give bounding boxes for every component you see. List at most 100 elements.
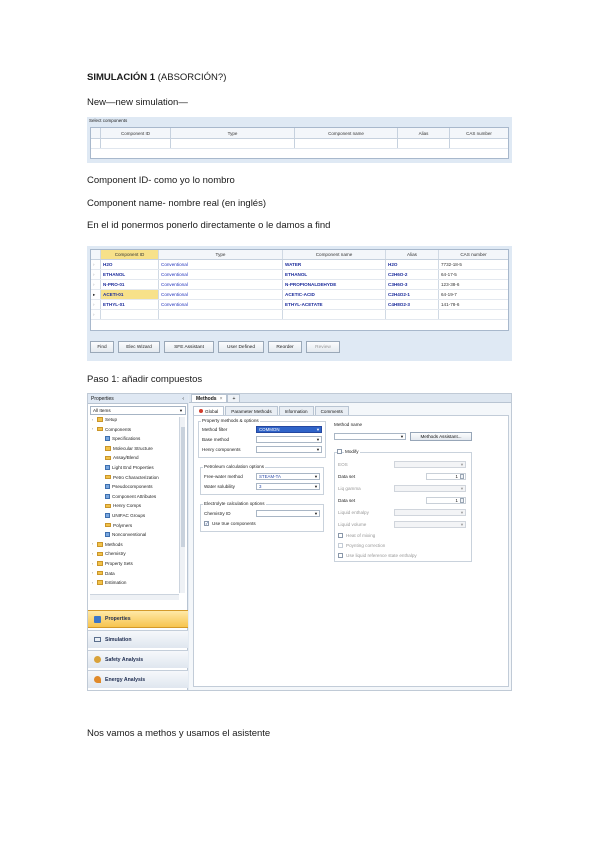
true-components-checkbox[interactable]: ✓ [204, 521, 209, 526]
liquid-volume-select[interactable]: ▼ [394, 521, 466, 528]
column-header[interactable]: Alias [386, 250, 439, 259]
component-id-cell[interactable]: ACETI-01 [101, 290, 159, 299]
table-row-empty[interactable]: › [91, 310, 508, 320]
component-id-cell[interactable]: H2O [101, 260, 159, 269]
method-name-select[interactable]: ▼ [334, 433, 406, 440]
column-header[interactable]: Alias [398, 128, 450, 138]
row-selector[interactable]: › [91, 310, 101, 319]
tree-item[interactable]: Pseudocomponents [100, 484, 153, 490]
table-row[interactable]: › H2O Conventional WATER H2O 7732-18-5 [91, 260, 508, 270]
data-set-stepper[interactable]: 1 [426, 473, 466, 480]
base-method-select[interactable]: ▼ [256, 436, 322, 443]
row-selector[interactable] [91, 139, 101, 148]
expand-arrow-icon[interactable]: › [92, 562, 95, 566]
expand-arrow-icon[interactable]: › [92, 581, 95, 585]
tree-item[interactable]: › Estimation [92, 580, 126, 585]
column-header[interactable]: Type [171, 128, 295, 138]
methods-assistant-button[interactable]: Methods Assistant... [410, 432, 472, 441]
component-name-cell[interactable]: N-PROPIONALDEHYDE [283, 280, 386, 289]
row-selector[interactable]: › [91, 260, 101, 269]
cas-cell[interactable]: 64-17-5 [439, 270, 508, 279]
liquid-reference-checkbox[interactable] [338, 553, 343, 558]
tab-comments[interactable]: Comments [314, 406, 349, 415]
methods-document-tab[interactable]: Methods × [191, 394, 228, 402]
tree-item[interactable]: UNIFAC Groups [100, 513, 145, 518]
cas-cell[interactable]: 141-78-6 [439, 300, 508, 309]
cas-cell[interactable]: 7732-18-5 [439, 260, 508, 269]
sfe-assistant-button[interactable]: SFE Assistant [164, 341, 214, 353]
component-id-cell[interactable]: ETHANOL [101, 270, 159, 279]
type-cell[interactable]: Conventional [159, 270, 283, 279]
tree-item[interactable]: Component Attributes [100, 493, 156, 499]
tree-item[interactable]: Molecular Structure [100, 446, 153, 451]
liquid-enthalpy-select[interactable]: ▼ [394, 509, 466, 516]
tree-item[interactable]: › Property Sets [92, 561, 133, 566]
row-selector[interactable]: › [91, 280, 101, 289]
table-cell[interactable] [101, 310, 159, 319]
water-solubility-select[interactable]: 3 ▼ [256, 483, 320, 490]
tree-item[interactable]: › Methods [92, 542, 123, 547]
heat-of-mixing-checkbox[interactable] [338, 533, 343, 538]
tree-item[interactable]: Polymers [100, 523, 132, 528]
tree-item[interactable]: Petro Characterization [100, 475, 159, 480]
column-header[interactable]: CAS number [439, 250, 508, 259]
tree-item[interactable]: › Data [92, 571, 115, 576]
alias-cell[interactable]: C2H6O-2 [386, 270, 439, 279]
table-cell[interactable] [171, 139, 295, 148]
tree-item[interactable]: Nonconventional [100, 532, 146, 538]
elec-wizard-button[interactable]: Elec Wizard [118, 341, 160, 353]
nav-properties-button[interactable]: Properties [88, 610, 188, 628]
row-selector[interactable]: › [91, 270, 101, 279]
component-name-cell[interactable]: ETHANOL [283, 270, 386, 279]
tree-item[interactable]: Assay/Blend [100, 455, 139, 460]
navigation-filter-select[interactable]: All Items ▼ [90, 406, 186, 415]
nav-simulation-button[interactable]: Simulation [88, 630, 188, 648]
review-button[interactable]: Review [306, 341, 340, 353]
table-row[interactable]: › ETHYL-01 Conventional ETHYL-ACETATE C4… [91, 300, 508, 310]
table-cell[interactable] [295, 139, 398, 148]
column-header[interactable]: Component name [295, 128, 398, 138]
chemistry-id-select[interactable]: ▼ [256, 510, 320, 517]
user-defined-button[interactable]: User Defined [218, 341, 264, 353]
tree-vertical-scrollbar[interactable] [179, 417, 185, 593]
nav-safety-analysis-button[interactable]: Safety Analysis [88, 650, 188, 668]
tab-global[interactable]: Global [193, 406, 225, 415]
cas-cell[interactable]: 123-38-6 [439, 280, 508, 289]
modify-checkbox[interactable] [337, 449, 342, 454]
liquid-gamma-select[interactable]: ▼ [394, 485, 466, 492]
table-cell[interactable] [283, 310, 386, 319]
eos-select[interactable]: ▼ [394, 461, 466, 468]
tree-item[interactable]: › Components [92, 427, 131, 432]
expand-arrow-icon[interactable]: › [92, 571, 95, 575]
table-cell[interactable] [101, 139, 171, 148]
poynting-checkbox[interactable] [338, 543, 343, 548]
type-cell[interactable]: Conventional [159, 290, 283, 299]
row-selector[interactable]: › [91, 300, 101, 309]
component-name-cell[interactable]: ACETIC-ACID [283, 290, 386, 299]
component-id-cell[interactable]: ETHYL-01 [101, 300, 159, 309]
expand-arrow-icon[interactable]: › [92, 542, 95, 546]
table-row[interactable]: › N-PRO-01 Conventional N-PROPIONALDEHYD… [91, 280, 508, 290]
alias-cell[interactable]: H2O [386, 260, 439, 269]
tree-horizontal-scrollbar[interactable] [90, 594, 179, 600]
tree-item[interactable]: Specifications [100, 436, 140, 442]
component-id-cell[interactable]: N-PRO-01 [101, 280, 159, 289]
table-row-selected[interactable]: ▸ ACETI-01 Conventional ACETIC-ACID C2H4… [91, 290, 508, 300]
collapse-icon[interactable]: ‹ [182, 396, 184, 402]
type-cell[interactable]: Conventional [159, 260, 283, 269]
expand-arrow-icon[interactable]: › [92, 427, 95, 431]
alias-cell[interactable]: C3H6O-3 [386, 280, 439, 289]
column-header[interactable]: Component ID [101, 250, 159, 259]
find-button[interactable]: Find [90, 341, 114, 353]
table-cell[interactable] [159, 310, 283, 319]
expand-arrow-icon[interactable]: › [92, 552, 95, 556]
tab-information[interactable]: Information [278, 406, 314, 415]
table-cell[interactable] [439, 310, 508, 319]
free-water-method-select[interactable]: STEAM-TA ▼ [256, 473, 320, 480]
tree-item[interactable]: › Setup [92, 417, 117, 422]
current-row-indicator[interactable]: ▸ [91, 290, 101, 299]
column-header[interactable]: Component name [283, 250, 386, 259]
close-icon[interactable]: × [220, 396, 223, 402]
table-cell[interactable] [450, 139, 508, 148]
table-cell[interactable] [386, 310, 439, 319]
